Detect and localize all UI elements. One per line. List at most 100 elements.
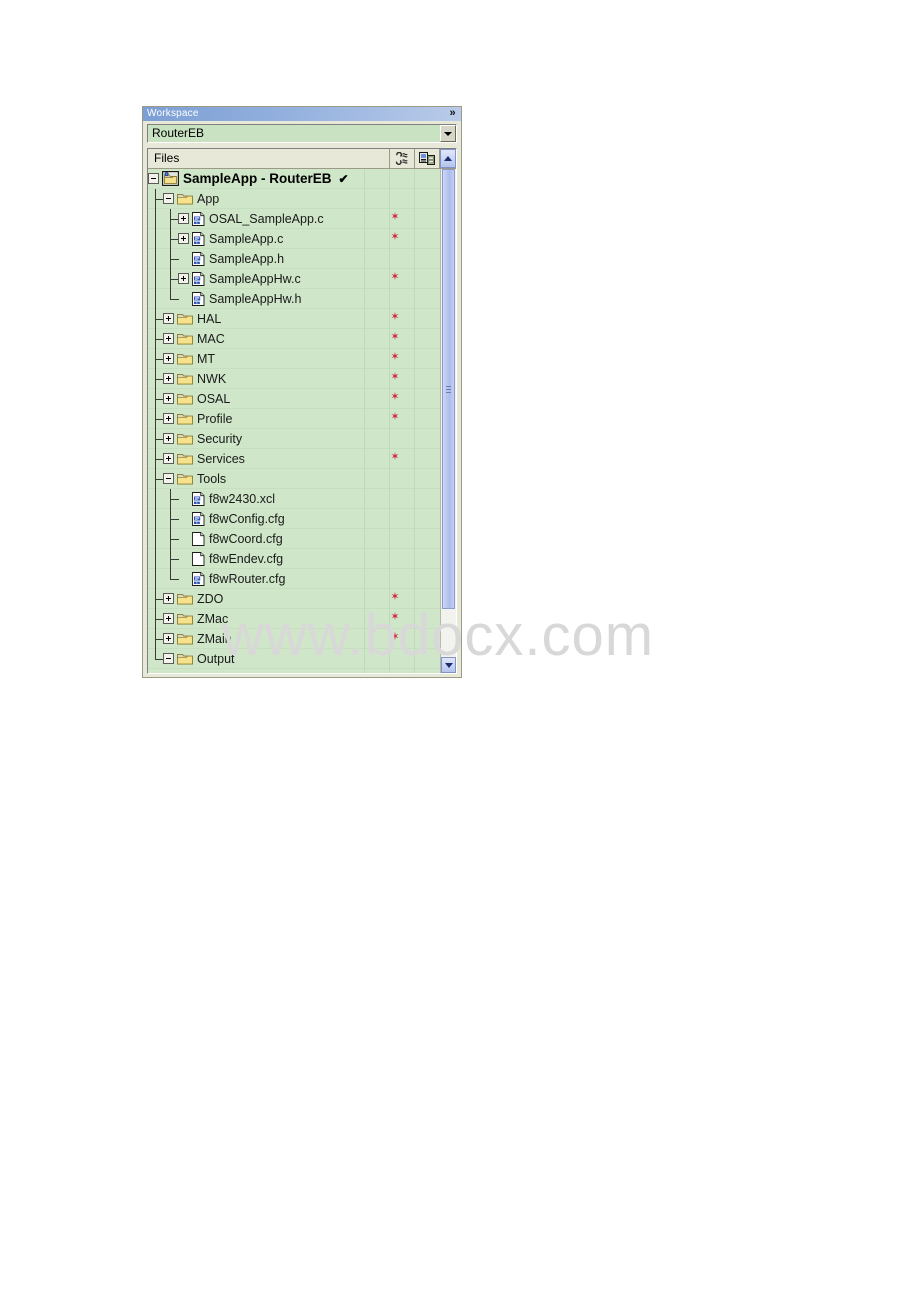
tree-guide [148, 268, 163, 289]
expand-plus-icon[interactable] [163, 313, 174, 324]
tree-row[interactable]: Tools [148, 468, 440, 489]
expand-plus-icon[interactable] [163, 453, 174, 464]
tree-row-label-area: OSAL [148, 388, 440, 409]
tree-row[interactable]: HAL ✶ [148, 308, 440, 329]
tree-row[interactable]: SampleApp.h [148, 248, 440, 269]
tree-guide [148, 428, 164, 449]
files-tree-scroll-region: SampleApp - RouterEB ✔ App OSAL_SampleApp.c… [148, 169, 456, 673]
tree-row-name: Security [197, 431, 243, 446]
tree-guide [163, 568, 179, 589]
folder-icon [177, 394, 193, 405]
tree-guide [148, 628, 164, 649]
collapse-minus-icon[interactable] [163, 473, 174, 484]
tree-row-name: f8wEndev.cfg [209, 551, 284, 566]
scroll-down-button[interactable] [441, 657, 456, 673]
expand-plus-icon[interactable] [163, 333, 174, 344]
tree-row[interactable]: f8wRouter.cfg [148, 568, 440, 589]
tree-guide [163, 268, 179, 289]
tree-row-icon [192, 491, 209, 506]
tree-expander-spacer [178, 573, 189, 584]
tree-row[interactable]: App [148, 188, 440, 209]
tree-row[interactable]: MAC ✶ [148, 328, 440, 349]
panel-collapse-icon[interactable]: » [447, 108, 458, 119]
collapse-minus-icon[interactable] [148, 173, 159, 184]
tree-guide [148, 648, 164, 669]
expand-plus-icon[interactable] [163, 393, 174, 404]
tree-row-label-area: ZDO [148, 588, 440, 609]
tree-row-name: Services [197, 451, 245, 466]
copy-build-icon[interactable] [415, 149, 440, 168]
tree-row[interactable]: MT ✶ [148, 348, 440, 369]
tree-row[interactable]: SampleApp.c ✶ [148, 228, 440, 249]
tree-row[interactable]: Services ✶ [148, 448, 440, 469]
tree-row[interactable]: SampleAppHw.c ✶ [148, 268, 440, 289]
tree-row[interactable]: Output [148, 648, 440, 669]
tree-row-label-area: NWK [148, 368, 440, 389]
tree-row-label-area: f8wEndev.cfg [148, 548, 440, 569]
files-tree-frame: Files SampleApp - RouterEB ✔ App OSAL_Sa… [147, 148, 457, 674]
expand-plus-icon[interactable] [163, 633, 174, 644]
tree-row[interactable]: ZMain ✶ [148, 628, 440, 649]
tree-row[interactable]: ZMac ✶ [148, 608, 440, 629]
expand-plus-icon[interactable] [178, 213, 189, 224]
chevron-down-icon[interactable] [440, 125, 456, 142]
tree-guide [148, 448, 164, 469]
tree-guide [163, 548, 179, 569]
tree-row-label-area: Security [148, 428, 440, 449]
tree-row-label-area: f8wRouter.cfg [148, 568, 440, 589]
tree-row[interactable]: Security [148, 428, 440, 449]
column-header-files[interactable]: Files [148, 149, 390, 168]
tree-row-label-area: f8w2430.xcl [148, 488, 440, 509]
tree-row[interactable]: f8wConfig.cfg [148, 508, 440, 529]
tree-row[interactable]: f8wCoord.cfg [148, 528, 440, 549]
scrollbar-grip [446, 386, 451, 393]
expand-plus-icon[interactable] [163, 413, 174, 424]
blank-file-icon [192, 551, 205, 566]
tree-row[interactable]: f8w2430.xcl [148, 488, 440, 509]
source-file-icon [192, 251, 205, 266]
tree-row-name: MAC [197, 331, 225, 346]
tree-row[interactable]: SampleAppHw.h [148, 288, 440, 309]
tree-row[interactable]: OSAL ✶ [148, 388, 440, 409]
scrollbar-thumb[interactable] [442, 169, 455, 609]
expand-plus-icon[interactable] [178, 233, 189, 244]
tree-row-name: OSAL_SampleApp.c [209, 211, 324, 226]
folder-icon [177, 194, 193, 205]
expand-plus-icon[interactable] [163, 353, 174, 364]
folder-icon [177, 434, 193, 445]
expand-plus-icon[interactable] [178, 273, 189, 284]
collapse-minus-icon[interactable] [163, 193, 174, 204]
expand-plus-icon[interactable] [163, 593, 174, 604]
collapse-minus-icon[interactable] [163, 653, 174, 664]
expand-plus-icon[interactable] [163, 373, 174, 384]
tree-guide [148, 288, 163, 309]
files-tree[interactable]: SampleApp - RouterEB ✔ App OSAL_SampleApp.c… [148, 169, 440, 673]
scroll-up-button[interactable] [440, 149, 456, 168]
workspace-panel: Workspace » RouterEB Files SampleApp - R… [142, 106, 462, 678]
expand-plus-icon[interactable] [163, 433, 174, 444]
tree-row-icon [177, 632, 197, 645]
tree-vertical-scrollbar[interactable] [440, 169, 456, 673]
tree-guide [148, 208, 163, 229]
tree-row-icon [177, 392, 197, 405]
workspace-icon [162, 171, 179, 186]
tree-row[interactable]: Profile ✶ [148, 408, 440, 429]
tree-guide [148, 548, 163, 569]
tree-row[interactable]: NWK ✶ [148, 368, 440, 389]
tree-row-name: ZDO [197, 591, 224, 606]
tree-row[interactable]: SampleApp - RouterEB ✔ [148, 169, 440, 189]
tree-row-label-area: Output [148, 648, 440, 669]
tree-row-label-area: SampleApp.c [148, 228, 440, 249]
folder-icon [177, 634, 193, 645]
tree-guide [148, 508, 163, 529]
tree-guide [163, 528, 179, 549]
tree-row-icon [192, 231, 209, 246]
tree-row[interactable]: f8wEndev.cfg [148, 548, 440, 569]
two-state-toggle-icon[interactable] [390, 149, 415, 168]
tree-row[interactable]: ZDO ✶ [148, 588, 440, 609]
configuration-dropdown[interactable]: RouterEB [147, 124, 457, 143]
tree-guide [163, 228, 179, 249]
expand-plus-icon[interactable] [163, 613, 174, 624]
tree-row-label-area: MAC [148, 328, 440, 349]
tree-row[interactable]: OSAL_SampleApp.c ✶ [148, 208, 440, 229]
